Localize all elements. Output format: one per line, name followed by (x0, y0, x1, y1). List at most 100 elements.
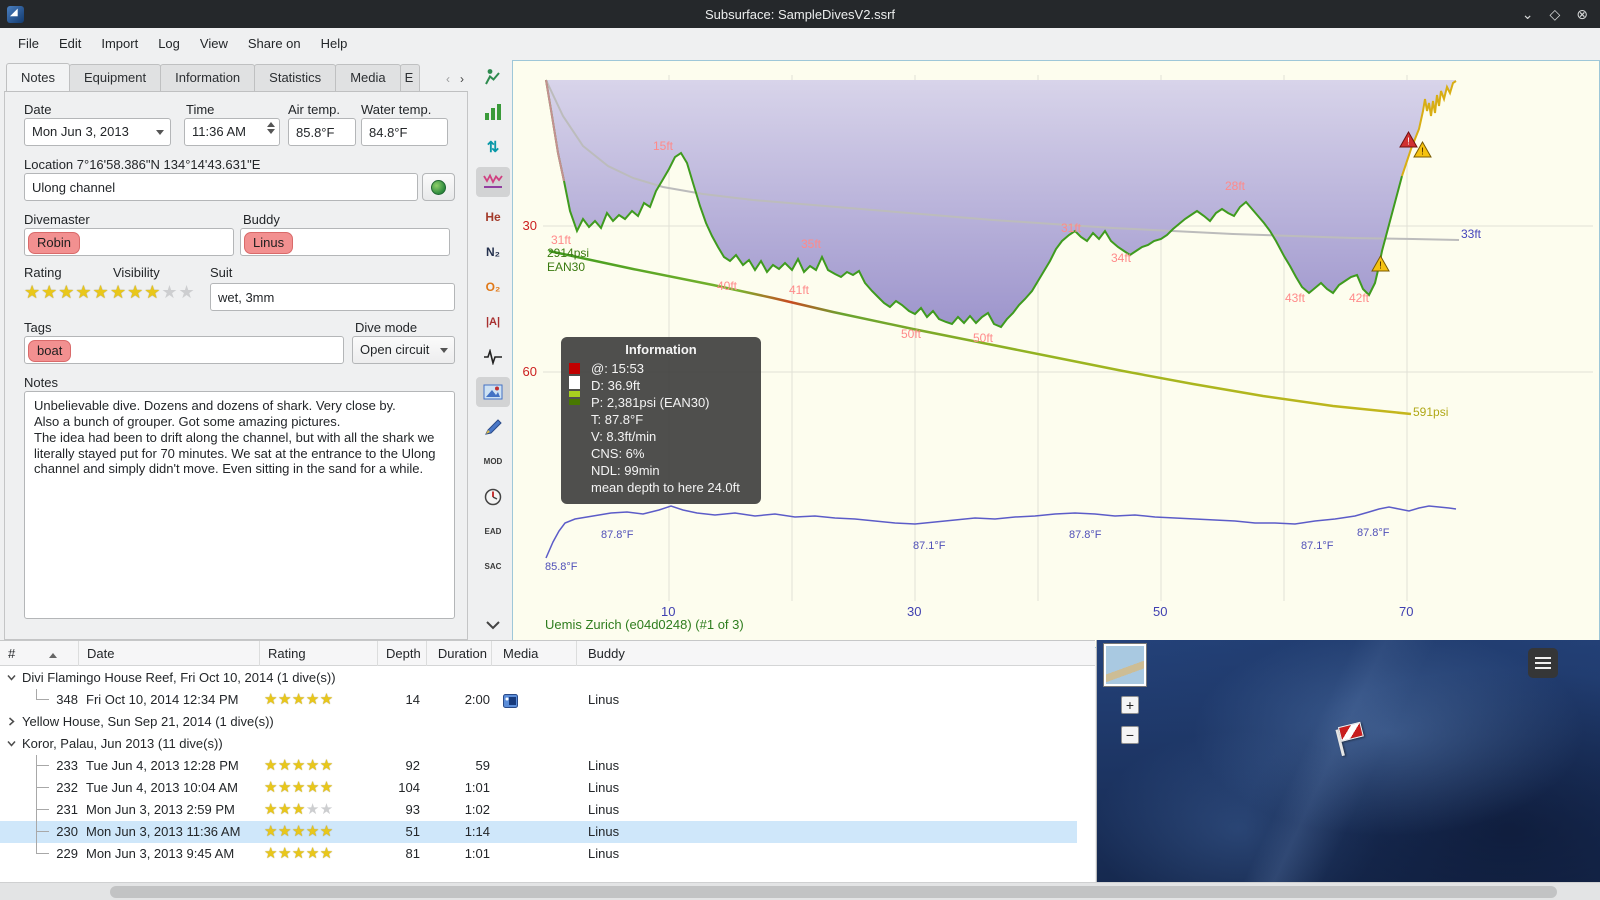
ead-icon[interactable]: EAD (476, 517, 510, 547)
dive-mode-select[interactable]: Open circuit (352, 336, 455, 364)
tissues-icon[interactable]: |A| (476, 307, 510, 337)
scrollbar-thumb[interactable] (110, 886, 1557, 898)
y-tick-30: 30 (522, 218, 537, 233)
chevron-down-icon[interactable] (6, 738, 17, 749)
col-duration[interactable]: Duration (427, 641, 492, 666)
dive-profile-chart[interactable]: 30 60 10 30 50 70 15ft 31ft 40ft 35ft 41… (512, 60, 1600, 648)
temp-label: 87.1°F (1301, 540, 1334, 552)
sac-icon[interactable]: SAC (476, 552, 510, 582)
photos-icon[interactable] (476, 377, 510, 407)
visibility-stars[interactable]: ★★★★★ (110, 282, 196, 303)
dive-row[interactable]: 232 Tue Jun 4, 2013 10:04 AM ★★★★★ 104 1… (0, 777, 1077, 799)
time-label: Time (186, 102, 215, 117)
x-tick-50: 50 (1153, 604, 1168, 619)
buddy-input[interactable]: Linus (240, 228, 450, 256)
dive-row[interactable]: 348 Fri Oct 10, 2014 12:34 PM ★★★★★ 14 2… (0, 689, 1077, 711)
menu-file[interactable]: File (8, 31, 49, 56)
depth-annotation: 35ft (801, 237, 822, 251)
maximize-icon[interactable]: ◇ (1549, 6, 1560, 23)
tab-scroll-left-icon[interactable]: ‹ (441, 68, 455, 90)
scale-graph-icon[interactable] (476, 97, 510, 127)
air-temp-label: Air temp. (288, 102, 341, 117)
dive-row[interactable]: 233 Tue Jun 4, 2013 12:28 PM ★★★★★ 92 59… (0, 755, 1077, 777)
map-zoom-in-button[interactable]: + (1121, 696, 1139, 714)
dive-row[interactable]: 229 Mon Jun 3, 2013 9:45 AM ★★★★★ 81 1:0… (0, 843, 1077, 865)
notes-textarea[interactable]: Unbelievable dive. Dozens and dozens of … (24, 391, 455, 619)
dc-ceiling-icon[interactable] (476, 167, 510, 197)
rating-stars[interactable]: ★★★★★ (24, 282, 110, 303)
rating-stars: ★★★★★ (264, 757, 334, 774)
nitrogen-graph-icon[interactable]: N₂ (476, 237, 510, 267)
suit-input[interactable] (210, 283, 455, 311)
buddy-chip[interactable]: Linus (244, 232, 294, 254)
menu-import[interactable]: Import (91, 31, 148, 56)
menu-view[interactable]: View (190, 31, 238, 56)
minimize-icon[interactable]: ⌄ (1522, 6, 1534, 23)
spin-up-icon[interactable] (267, 122, 275, 127)
menu-share-on[interactable]: Share on (238, 31, 311, 56)
tab-extra-cut[interactable]: E (399, 64, 420, 92)
col-rating[interactable]: Rating (260, 641, 378, 666)
notes-label: Notes (24, 375, 58, 390)
trip-row[interactable]: Divi Flamingo House Reef, Fri Oct 10, 20… (0, 667, 1077, 689)
col-date[interactable]: Date (79, 641, 260, 666)
chevron-right-icon[interactable] (6, 716, 17, 727)
deco-time-icon[interactable] (476, 482, 510, 512)
x-tick-70: 70 (1399, 604, 1414, 619)
tree-branch (36, 689, 49, 700)
depth-annotation: 41ft (789, 283, 810, 297)
water-temp-label: Water temp. (361, 102, 432, 117)
date-combobox[interactable]: Mon Jun 3, 2013 (24, 118, 171, 146)
oxygen-graph-icon[interactable]: O₂ (476, 272, 510, 302)
map-zoom-out-button[interactable]: − (1121, 726, 1139, 744)
air-temp-field[interactable] (288, 118, 356, 146)
map-overview-thumbnail[interactable] (1103, 643, 1147, 687)
dive-row-selected[interactable]: 230 Mon Jun 3, 2013 11:36 AM ★★★★★ 51 1:… (0, 821, 1077, 843)
tab-notes[interactable]: Notes (6, 63, 70, 92)
tab-equipment[interactable]: Equipment (68, 64, 162, 92)
menu-edit[interactable]: Edit (49, 31, 91, 56)
map-menu-button[interactable] (1528, 648, 1558, 678)
chevron-down-icon[interactable] (6, 672, 17, 683)
profile-info-tooltip[interactable]: Information @: 15:53 D: 36.9ft P: 2,381p… (561, 337, 761, 504)
tooltip-line: V: 8.3ft/min (591, 429, 657, 444)
col-depth[interactable]: Depth (378, 641, 427, 666)
spin-down-icon[interactable] (267, 129, 275, 134)
tag-chip[interactable]: boat (28, 340, 72, 362)
tab-information[interactable]: Information (160, 64, 256, 92)
menu-log[interactable]: Log (148, 31, 190, 56)
heartrate-icon[interactable] (476, 342, 510, 372)
helium-graph-icon[interactable]: He (476, 202, 510, 232)
collapse-toolbar-icon[interactable] (476, 610, 510, 640)
trip-row[interactable]: Koror, Palau, Jun 2013 (11 dive(s)) (0, 733, 1077, 755)
location-input[interactable] (24, 173, 418, 201)
tab-statistics[interactable]: Statistics (254, 64, 337, 92)
ruler-icon[interactable] (476, 412, 510, 442)
menu-help[interactable]: Help (311, 31, 358, 56)
trip-row[interactable]: Yellow House, Sun Sep 21, 2014 (1 dive(s… (0, 711, 1077, 733)
gas-label: EAN30 (547, 260, 586, 274)
time-spinbox[interactable]: 11:36 AM (184, 118, 280, 146)
col-buddy[interactable]: Buddy (577, 641, 1095, 666)
close-icon[interactable]: ⊗ (1576, 6, 1588, 23)
water-temp-field[interactable] (361, 118, 448, 146)
dive-buddy: Linus (588, 824, 620, 839)
col-number[interactable]: # (0, 641, 79, 666)
dive-computer-icon[interactable] (476, 62, 510, 92)
col-media[interactable]: Media (492, 641, 577, 666)
tree-branch (36, 755, 49, 766)
horizontal-scrollbar[interactable] (0, 882, 1600, 900)
tooltip-line: T: 87.8°F (591, 412, 644, 427)
dive-number: 230 (56, 824, 78, 839)
tree-branch (36, 843, 49, 854)
mod-icon[interactable]: MOD (476, 447, 510, 477)
location-globe-button[interactable] (422, 173, 455, 201)
dive-site-map[interactable]: + − (1096, 640, 1600, 882)
tab-scroll-right-icon[interactable]: › (455, 68, 469, 90)
tab-media[interactable]: Media (335, 64, 401, 92)
tags-input[interactable]: boat (24, 336, 344, 364)
divemaster-input[interactable]: Robin (24, 228, 234, 256)
dive-row[interactable]: 231 Mon Jun 3, 2013 2:59 PM ★★★★★ 93 1:0… (0, 799, 1077, 821)
zoom-swap-icon[interactable]: ⇅ (476, 132, 510, 162)
divemaster-chip[interactable]: Robin (28, 232, 80, 254)
